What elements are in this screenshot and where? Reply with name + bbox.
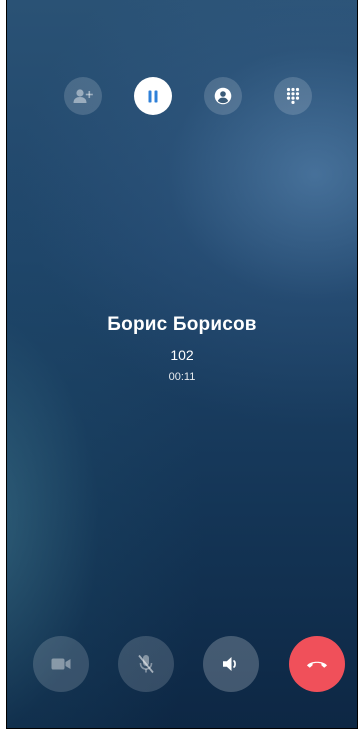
contact-button[interactable] <box>204 77 242 115</box>
speaker-button[interactable] <box>203 636 259 692</box>
phone-frame: Борис Борисов 102 00:11 <box>6 0 358 729</box>
call-duration: 00:11 <box>168 371 196 383</box>
pause-icon <box>147 90 159 103</box>
dialpad-icon <box>286 87 300 105</box>
top-call-controls <box>7 77 357 115</box>
caller-number: 102 <box>170 347 194 363</box>
mute-button[interactable] <box>118 636 174 692</box>
contact-icon <box>214 87 232 105</box>
add-participant-icon <box>73 88 93 104</box>
caller-info: Борис Борисов 102 00:11 <box>7 312 357 384</box>
end-call-button[interactable] <box>289 636 345 692</box>
end-call-icon <box>306 659 328 669</box>
bottom-call-controls <box>7 636 357 692</box>
call-screen: Борис Борисов 102 00:11 <box>7 0 357 728</box>
dialpad-button[interactable] <box>274 77 312 115</box>
speaker-icon <box>222 656 240 672</box>
add-participant-button[interactable] <box>64 77 102 115</box>
microphone-muted-icon <box>137 654 155 674</box>
caller-name: Борис Борисов <box>107 314 257 335</box>
video-button[interactable] <box>33 636 89 692</box>
video-camera-icon <box>51 657 71 671</box>
hold-button[interactable] <box>134 77 172 115</box>
